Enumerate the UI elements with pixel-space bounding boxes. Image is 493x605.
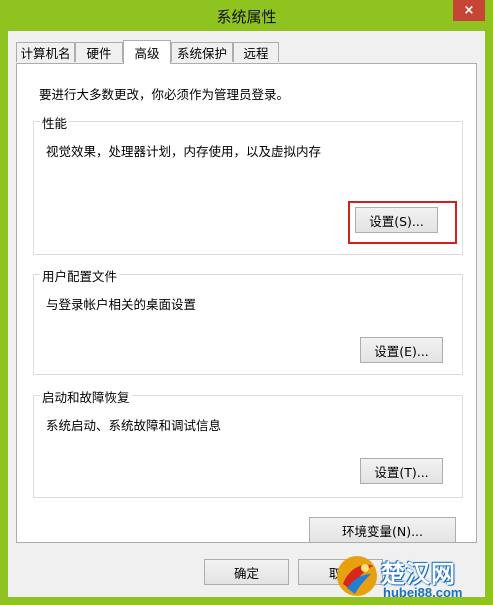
watermark-url: hubei88.com: [383, 585, 463, 600]
user-profiles-description: 与登录帐户相关的桌面设置: [46, 297, 197, 312]
user-profiles-group: 用户配置文件 与登录帐户相关的桌面设置 设置(E)...: [33, 266, 463, 375]
system-properties-window: 系统属性 × 计算机名 硬件 高级 系统保护 远程 要进行大多数更改，你必须作为…: [0, 0, 493, 605]
tab-remote[interactable]: 远程: [233, 42, 279, 62]
tab-hardware[interactable]: 硬件: [75, 42, 123, 62]
user-profiles-settings-button[interactable]: 设置(E)...: [360, 337, 443, 363]
site-watermark: 楚汉网 hubei88.com: [335, 552, 493, 605]
tab-computer-name[interactable]: 计算机名: [16, 42, 75, 62]
watermark-logo-icon: [337, 556, 377, 596]
startup-recovery-settings-button[interactable]: 设置(T)...: [360, 458, 443, 484]
environment-variables-button[interactable]: 环境变量(N)...: [309, 517, 456, 543]
watermark-name: 楚汉网: [381, 560, 456, 588]
startup-recovery-description: 系统启动、系统故障和调试信息: [46, 418, 222, 433]
close-button[interactable]: ×: [453, 0, 485, 21]
startup-recovery-group: 启动和故障恢复 系统启动、系统故障和调试信息 设置(T)...: [33, 387, 463, 498]
startup-recovery-title: 启动和故障恢复: [40, 387, 132, 406]
window-title: 系统属性: [216, 8, 277, 26]
dialog-client-area: 计算机名 硬件 高级 系统保护 远程 要进行大多数更改，你必须作为管理员登录。 …: [8, 31, 485, 597]
performance-title: 性能: [40, 113, 70, 132]
advanced-tab-panel: 要进行大多数更改，你必须作为管理员登录。 性能 视觉效果，处理器计划，内存使用，…: [16, 63, 477, 543]
ok-button[interactable]: 确定: [204, 559, 289, 585]
user-profiles-title: 用户配置文件: [40, 266, 120, 285]
admin-note: 要进行大多数更改，你必须作为管理员登录。: [39, 87, 290, 102]
highlight-box: [348, 201, 457, 244]
tab-system-protection[interactable]: 系统保护: [171, 42, 233, 62]
title-bar[interactable]: 系统属性 ×: [0, 0, 493, 31]
close-icon: ×: [463, 3, 475, 18]
tab-advanced[interactable]: 高级: [123, 40, 171, 64]
performance-description: 视觉效果，处理器计划，内存使用，以及虚拟内存: [46, 144, 322, 159]
